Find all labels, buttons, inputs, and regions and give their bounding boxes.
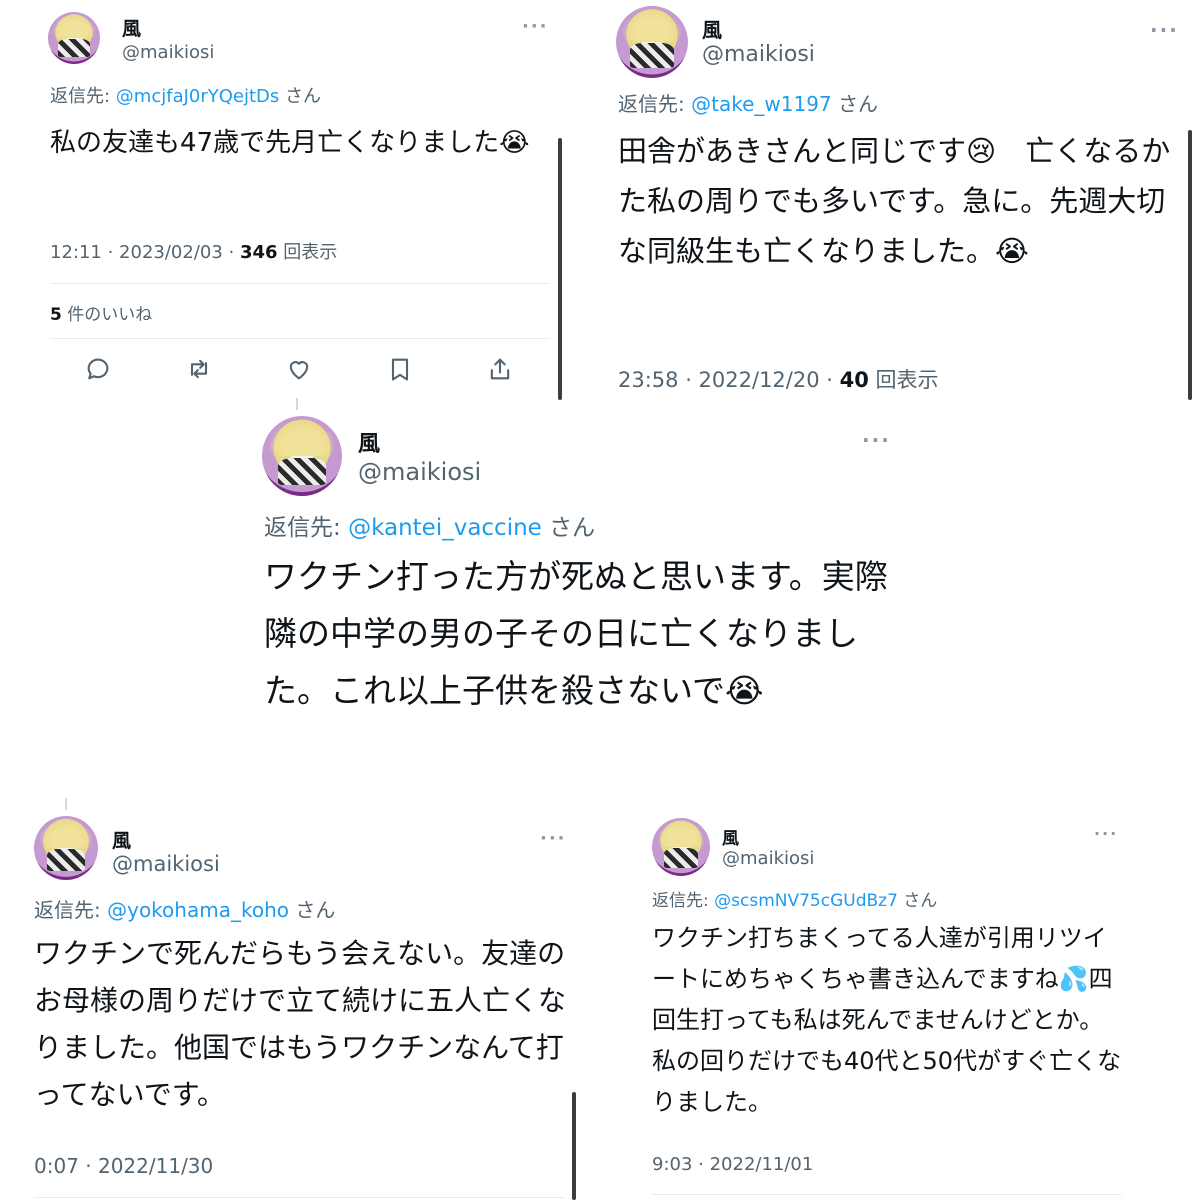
divider — [652, 1194, 1122, 1195]
tweet-timestamp: 23:58 · 2022/12/20 · 40 回表示 — [618, 364, 939, 394]
view-count-label: 回表示 — [277, 242, 338, 263]
reply-to-line: 返信先: @scsmNV75cGUdBz7 さん — [652, 886, 937, 911]
more-options-icon[interactable]: ··· — [522, 18, 549, 36]
reply-icon[interactable] — [84, 355, 112, 387]
reply-to-suffix: さん — [279, 86, 322, 107]
reply-to-handle[interactable]: @scsmNV75cGUdBz7 — [714, 891, 898, 911]
share-icon[interactable] — [486, 355, 514, 387]
tweet-text: ワクチン打った方が死ぬと思います。実際隣の中学の男の子その日に亡くなりました。こ… — [264, 557, 888, 710]
display-name[interactable]: 風 — [122, 14, 141, 41]
view-count: 40 — [839, 368, 869, 392]
divider — [50, 338, 550, 339]
avatar[interactable] — [262, 416, 342, 496]
tweet-text: 私の友達も47歳で先月亡くなりました😭 — [50, 128, 530, 158]
reply-to-prefix: 返信先: — [264, 515, 349, 541]
display-name[interactable]: 風 — [358, 426, 380, 458]
reply-to-prefix: 返信先: — [652, 891, 715, 911]
reply-to-handle[interactable]: @mcjfaJ0rYQejtDs — [116, 86, 280, 107]
avatar[interactable] — [652, 818, 710, 876]
tweet-text: ワクチンで死んだらもう会えない。友達のお母様の周りだけで立て続けに五人亡くなりま… — [34, 937, 567, 1111]
view-count: 346 — [239, 242, 278, 263]
reply-to-handle[interactable]: @yokohama_koho — [107, 898, 289, 922]
more-options-icon[interactable]: ··· — [1094, 826, 1118, 842]
tweet-text: ワクチン打ちまくってる人達が引用リツイートにめちゃくちゃ書き込んでますね💦四回生… — [652, 924, 1122, 1116]
reply-to-line: 返信先: @take_w1197 さん — [618, 88, 878, 117]
tweet-timestamp: 9:03 · 2022/11/01 — [652, 1154, 813, 1175]
reply-to-handle[interactable]: @take_w1197 — [691, 92, 832, 116]
reply-to-suffix: さん — [288, 898, 336, 922]
reply-to-line: 返信先: @kantei_vaccine さん — [264, 508, 595, 542]
reply-to-line: 返信先: @mcjfaJ0rYQejtDs さん — [50, 82, 321, 108]
user-handle[interactable]: @maikiosi — [112, 852, 220, 876]
avatar[interactable] — [48, 12, 100, 64]
avatar[interactable] — [616, 6, 688, 78]
like-icon[interactable] — [285, 355, 313, 387]
user-handle[interactable]: @maikiosi — [702, 42, 815, 67]
reply-to-line: 返信先: @yokohama_koho さん — [34, 894, 335, 923]
tweet-timestamp: 0:07 · 2022/11/30 — [34, 1154, 213, 1178]
reply-to-prefix: 返信先: — [50, 86, 116, 107]
scrollbar[interactable] — [572, 1092, 576, 1200]
reply-to-suffix: さん — [831, 92, 878, 116]
divider — [50, 283, 550, 284]
likes-label: 件のいいね — [61, 305, 153, 325]
scrollbar[interactable] — [558, 138, 562, 400]
tweet-time[interactable]: 9:03 · 2022/11/01 — [652, 1154, 813, 1175]
more-options-icon[interactable]: ··· — [862, 430, 891, 450]
display-name[interactable]: 風 — [702, 14, 722, 43]
view-count-label: 回表示 — [868, 368, 939, 392]
retweet-icon[interactable] — [185, 355, 213, 387]
tweet-timestamp: 12:11 · 2023/02/03 · 346 回表示 — [50, 238, 337, 264]
tweet-time[interactable]: 12:11 · 2023/02/03 · — [50, 242, 240, 263]
thread-line — [65, 798, 67, 810]
reply-to-handle[interactable]: @kantei_vaccine — [348, 515, 542, 541]
reply-to-prefix: 返信先: — [618, 92, 692, 116]
thread-line — [296, 398, 298, 410]
more-options-icon[interactable]: ··· — [540, 830, 567, 848]
scrollbar[interactable] — [1188, 130, 1192, 400]
likes-summary[interactable]: 5 件のいいね — [50, 300, 152, 325]
display-name[interactable]: 風 — [722, 824, 739, 849]
user-handle[interactable]: @maikiosi — [358, 458, 481, 486]
tweet-time[interactable]: 0:07 · 2022/11/30 — [34, 1154, 213, 1178]
tweet-time[interactable]: 23:58 · 2022/12/20 · — [618, 368, 840, 392]
tweet-text: 田舎があきさんと同じです😢 亡くなるかた私の周りでも多いです。急に。先週大切な同… — [618, 134, 1171, 268]
action-bar — [84, 355, 514, 387]
display-name[interactable]: 風 — [112, 826, 131, 853]
reply-to-prefix: 返信先: — [34, 898, 108, 922]
divider — [34, 1197, 564, 1198]
user-handle[interactable]: @maikiosi — [122, 42, 214, 63]
likes-count: 5 — [50, 305, 62, 325]
more-options-icon[interactable]: ··· — [1150, 20, 1179, 40]
reply-to-suffix: さん — [897, 891, 938, 911]
bookmark-icon[interactable] — [386, 355, 414, 387]
avatar[interactable] — [34, 816, 98, 880]
user-handle[interactable]: @maikiosi — [722, 848, 814, 869]
reply-to-suffix: さん — [541, 515, 596, 541]
